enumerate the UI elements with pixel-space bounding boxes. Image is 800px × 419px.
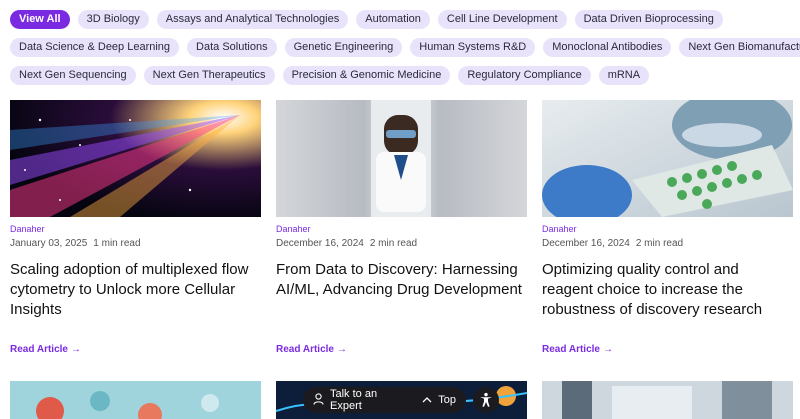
read-article-link[interactable]: Read Article →: [10, 344, 261, 355]
read-article-label: Read Article: [10, 344, 68, 355]
article-card[interactable]: Danaher December 16, 2024 2 min read Opt…: [542, 100, 793, 355]
back-to-top-button[interactable]: Top: [438, 394, 456, 406]
article-meta: December 16, 2024 2 min read: [276, 238, 527, 249]
article-card[interactable]: Danaher January 03, 2025 1 min read Scal…: [10, 100, 261, 355]
tag-human-systems[interactable]: Human Systems R&D: [410, 38, 536, 57]
article-image-data-discovery[interactable]: [276, 100, 527, 217]
arrow-right-icon: →: [602, 344, 613, 355]
article-card[interactable]: Danaher December 16, 2024 2 min read Fro…: [276, 100, 527, 355]
article-source: Danaher: [10, 224, 45, 234]
article-title[interactable]: Scaling adoption of multiplexed flow cyt…: [10, 260, 261, 338]
article-image-quality-control[interactable]: [542, 100, 793, 217]
floating-action-bar: Talk to an Expert Top: [303, 387, 466, 413]
article-read-time: 1 min read: [93, 238, 141, 249]
tag-data-solutions[interactable]: Data Solutions: [187, 38, 277, 57]
person-icon: [313, 392, 324, 408]
chevron-up-icon: [422, 394, 432, 406]
article-read-time: 2 min read: [369, 238, 418, 249]
tag-precision-genomic-medicine[interactable]: Precision & Genomic Medicine: [282, 66, 451, 85]
read-article-link[interactable]: Read Article →: [542, 344, 793, 355]
article-title[interactable]: From Data to Discovery: Harnessing AI/ML…: [276, 260, 527, 338]
tag-mrna[interactable]: mRNA: [598, 66, 650, 85]
tag-row-3: Next Gen Sequencing Next Gen Therapeutic…: [10, 66, 800, 85]
arrow-right-icon: →: [336, 344, 347, 355]
tag-row-1: View All 3D Biology Assays and Analytica…: [10, 10, 800, 29]
tag-regulatory-compliance[interactable]: Regulatory Compliance: [458, 66, 591, 85]
article-date: January 03, 2025: [10, 238, 88, 249]
category-filter-tags: View All 3D Biology Assays and Analytica…: [10, 10, 800, 94]
tag-assays[interactable]: Assays and Analytical Technologies: [156, 10, 349, 29]
article-meta: January 03, 2025 1 min read: [10, 238, 261, 249]
accessibility-button[interactable]: [473, 387, 499, 413]
article-image-cells[interactable]: [10, 381, 261, 419]
article-read-time: 2 min read: [635, 238, 684, 249]
article-image-lab[interactable]: [542, 381, 793, 419]
tag-row-2: Data Science & Deep Learning Data Soluti…: [10, 38, 800, 57]
article-image-flow-cytometry[interactable]: [10, 100, 261, 217]
tag-next-gen-therapeutics[interactable]: Next Gen Therapeutics: [143, 66, 275, 85]
read-article-label: Read Article: [276, 344, 334, 355]
tag-automation[interactable]: Automation: [356, 10, 430, 29]
tag-view-all[interactable]: View All: [10, 10, 70, 29]
read-article-link[interactable]: Read Article →: [276, 344, 527, 355]
tag-next-gen-sequencing[interactable]: Next Gen Sequencing: [10, 66, 136, 85]
arrow-right-icon: →: [70, 344, 81, 355]
read-article-label: Read Article: [542, 344, 600, 355]
article-title[interactable]: Optimizing quality control and reagent c…: [542, 260, 793, 338]
article-source: Danaher: [276, 224, 311, 234]
article-source: Danaher: [542, 224, 577, 234]
tag-3d-biology[interactable]: 3D Biology: [77, 10, 149, 29]
tag-monoclonal-antibodies[interactable]: Monoclonal Antibodies: [543, 38, 672, 57]
article-date: December 16, 2024: [542, 238, 630, 249]
tag-data-science[interactable]: Data Science & Deep Learning: [10, 38, 180, 57]
talk-to-expert-button[interactable]: Talk to an Expert: [330, 388, 402, 412]
tag-cell-line-development[interactable]: Cell Line Development: [437, 10, 567, 29]
accessibility-icon: [480, 392, 492, 407]
article-date: December 16, 2024: [276, 238, 364, 249]
tag-genetic-engineering[interactable]: Genetic Engineering: [284, 38, 403, 57]
tag-next-gen-biomanufacturing[interactable]: Next Gen Biomanufacturing: [679, 38, 800, 57]
article-meta: December 16, 2024 2 min read: [542, 238, 793, 249]
tag-data-driven-bioprocessing[interactable]: Data Driven Bioprocessing: [574, 10, 723, 29]
